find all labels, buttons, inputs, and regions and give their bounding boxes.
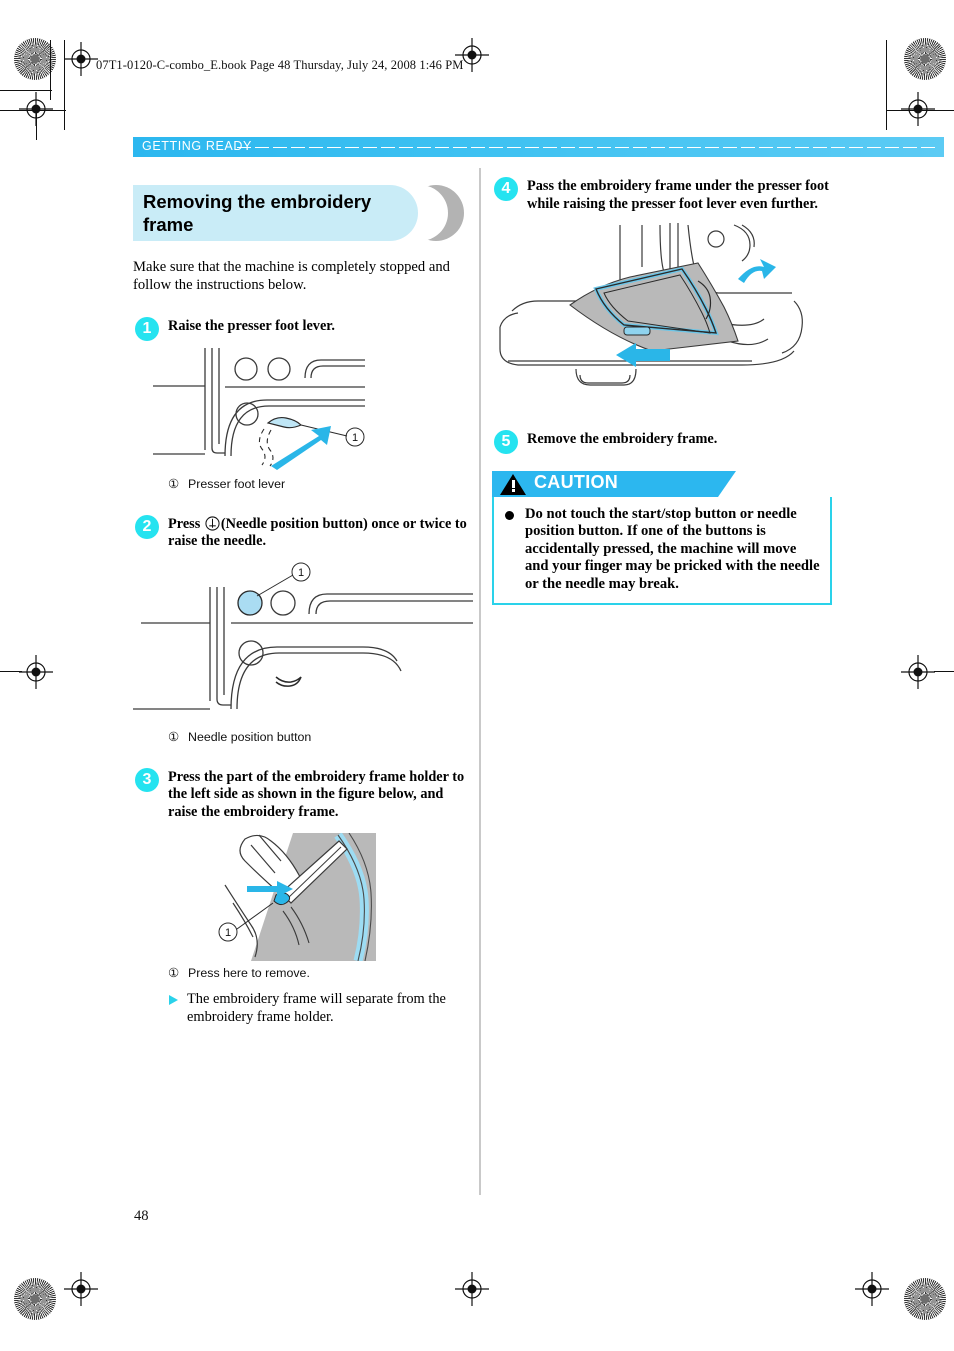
step-5: 5 Remove the embroidery frame. (492, 429, 832, 454)
svg-text:1: 1 (298, 567, 304, 579)
running-head: 07T1-0120-C-combo_E.book Page 48 Thursda… (96, 58, 464, 72)
page-number: 48 (134, 1208, 149, 1224)
callout-marker-1: ① (167, 966, 180, 980)
section-bar: GETTING READY (133, 137, 944, 157)
needle-position-button-icon (205, 515, 220, 531)
crop-mark-vertical-left (36, 110, 37, 140)
triangle-bullet-icon (169, 995, 178, 1005)
figure-2-caption: ① Needle position button (167, 729, 473, 745)
left-column: Removing the embroidery frame Make sure … (133, 185, 473, 1026)
step-3: 3 Press the part of the embroidery frame… (133, 767, 473, 822)
crop-mark-horizontal-top-left (0, 90, 52, 91)
step-number-badge: 5 (494, 430, 518, 454)
crop-mark-vertical-top-left (50, 40, 51, 100)
result-note-text: The embroidery frame will separate from … (187, 991, 446, 1025)
caution-item: Do not touch the start/stop button or ne… (504, 506, 820, 594)
bullet-dot-icon (505, 510, 514, 520)
figure-1-caption: ① Presser foot lever (167, 476, 473, 492)
rosette-mark-top-right (904, 38, 946, 80)
step-number-badge: 3 (135, 767, 159, 792)
section-label: GETTING READY (142, 139, 252, 153)
step-number-badge: 2 (135, 514, 159, 539)
rosette-mark-bottom-left (14, 1278, 56, 1320)
step-4: 4 Pass the embroidery frame under the pr… (492, 176, 832, 213)
step-2-text-before: Press (168, 515, 204, 532)
caution-block: CAUTION Do not touch the start/stop butt… (492, 470, 832, 606)
page-title: Removing the embroidery frame (143, 191, 372, 235)
step-1: 1 Raise the presser foot lever. (133, 316, 473, 341)
callout-marker-1: ① (167, 729, 180, 744)
direction-arrow-up-icon (738, 259, 776, 283)
target-mark-bottom-left (64, 1272, 98, 1306)
figure-3-caption-text: Press here to remove. (188, 966, 310, 980)
crop-mark-horizontal-left-middle (0, 671, 22, 672)
figure-1-caption-text: Presser foot lever (188, 476, 286, 491)
target-mark-bottom-center (455, 1272, 489, 1306)
figure-3-caption: ① Press here to remove. (167, 965, 473, 981)
step-number-badge: 1 (135, 317, 159, 341)
figure-2-caption-text: Needle position button (188, 729, 312, 744)
caution-item-text: Do not touch the start/stop button or ne… (525, 505, 820, 592)
callout-marker-1: ① (167, 476, 180, 491)
crop-mark-horizontal-right-middle (934, 671, 954, 672)
crop-mark-vertical-top-right (886, 40, 887, 130)
figure-pass-frame-under-presser-foot (492, 223, 832, 393)
caution-label: CAUTION (534, 471, 619, 492)
figure-presser-foot-lever: 1 (133, 344, 473, 470)
step-4-text: Pass the embroidery frame under the pres… (527, 178, 829, 212)
step-5-text: Remove the embroidery frame. (527, 431, 718, 447)
intro-text: Make sure that the machine is completely… (133, 259, 450, 293)
step-number-badge: 4 (494, 177, 518, 201)
step-1-text: Raise the presser foot lever. (168, 318, 335, 334)
target-mark-left-middle (19, 655, 53, 689)
target-mark-right-upper (901, 92, 935, 126)
exclamation-mark-icon (511, 479, 515, 492)
step-2: 2 Press (Needle position button) once or… (133, 514, 473, 551)
target-mark-right-middle (901, 655, 935, 689)
step-2-text: Press (Needle position button) once or t… (168, 514, 473, 551)
figure-needle-position-button: 1 (133, 561, 473, 721)
caution-body: Do not touch the start/stop button or ne… (492, 496, 832, 606)
chapter-title-block: Removing the embroidery frame (133, 185, 473, 241)
target-mark-bottom-right (855, 1272, 889, 1306)
column-divider (479, 168, 481, 1195)
figure-embroidery-frame-holder: 1 (133, 833, 473, 961)
highlighted-button (237, 589, 263, 616)
section-rule (237, 147, 938, 148)
target-mark-top-left (64, 42, 98, 76)
rosette-mark-bottom-right (904, 1278, 946, 1320)
svg-text:1: 1 (225, 927, 231, 939)
direction-arrow-icon (271, 425, 331, 470)
caution-banner: CAUTION (492, 470, 736, 497)
step-3-text: Press the part of the embroidery frame h… (168, 768, 465, 820)
right-column: 4 Pass the embroidery frame under the pr… (492, 176, 832, 606)
svg-text:1: 1 (352, 432, 358, 444)
result-note: The embroidery frame will separate from … (167, 991, 473, 1026)
